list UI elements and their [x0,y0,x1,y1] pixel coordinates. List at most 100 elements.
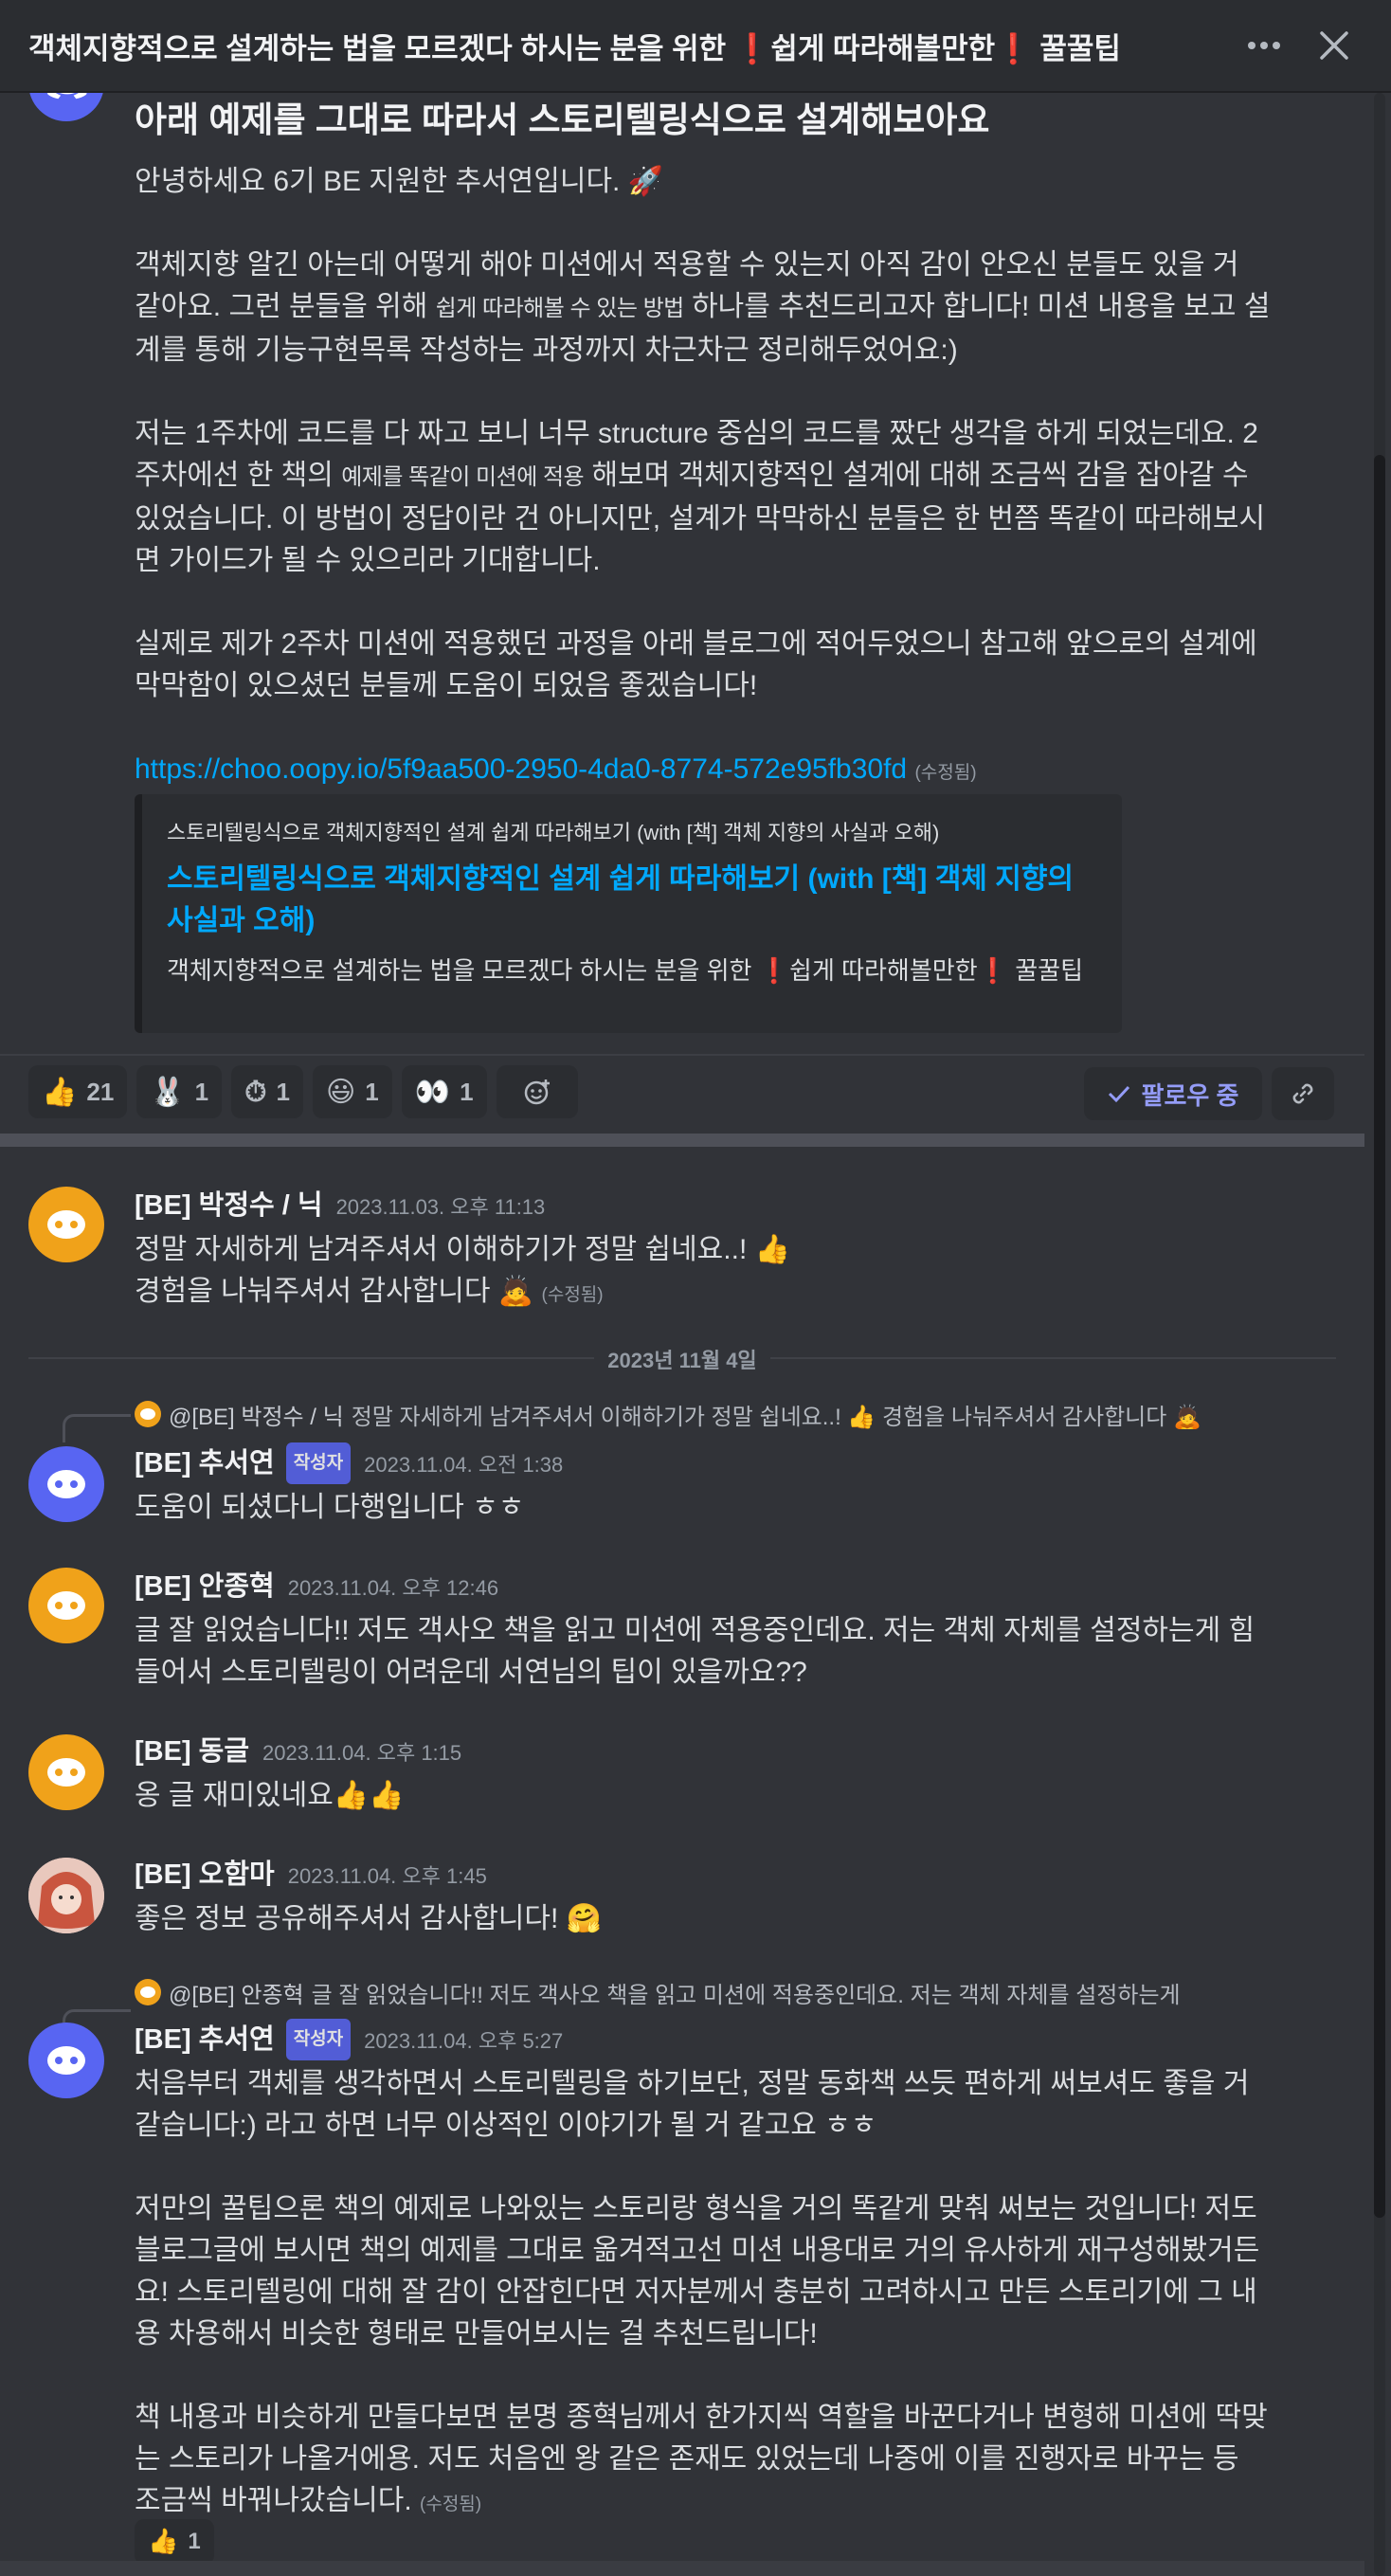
follow-button[interactable]: 팔로우 중 [1084,1067,1262,1120]
message: [BE] 동글 2023.11.04. 오후 1:15 옹 글 재미있네요👍👍 [135,1732,1272,1817]
author-badge: 작성자 [285,2019,352,2060]
checkmark-icon [1108,1085,1129,1103]
reaction-stopwatch[interactable]: ⏱ 1 [231,1065,303,1118]
post-greeting: 안녕하세요 6기 BE 지원한 추서연입니다. 🚀 [135,166,664,197]
title-text-3: 꿀꿀팁 [1031,31,1121,65]
avatar[interactable] [28,2023,104,2098]
embed-description: 객체지향적으로 설계하는 법을 모르겠다 하시는 분을 위한 ❗쉽게 따라해볼만… [167,953,1097,988]
copy-link-button[interactable] [1272,1067,1334,1120]
stopwatch-icon: ⏱ [244,1075,267,1109]
inline-small-text: 예제를 똑같이 미션에 적용 [341,464,585,490]
message: [BE] 박정수 / 닉 2023.11.03. 오후 11:13 정말 자세하게… [135,1187,1272,1316]
embed-provider: 스토리텔링식으로 객체지향적인 설계 쉽게 따라해보기 (with [책] 객체… [167,821,940,844]
reaction-smiley[interactable]: 😃 1 [312,1065,392,1118]
divider [0,1054,1364,1056]
post-paragraph-2: 저는 1주차에 코드를 다 짜고 보니 너무 structure 중심의 코드를… [135,413,1272,582]
author-name[interactable]: [BE] 동글 [135,1736,249,1767]
timestamp: 2023.11.04. 오후 5:27 [364,2029,564,2053]
post-paragraph-3: 실제로 제가 2주차 미션에 적용했던 과정을 아래 블로그에 적어두었으니 참… [135,628,1257,701]
avatar[interactable] [28,1187,104,1262]
blog-link[interactable]: https://choo.oopy.io/5f9aa500-2950-4da0-… [135,753,907,785]
text-segment: 쉽게 따라해볼만한 [789,956,978,985]
timestamp: 2023.11.03. 오후 11:13 [335,1195,546,1219]
message: [BE] 오함마 2023.11.04. 오후 1:45 좋은 정보 공유해주셔서… [135,1856,1272,1940]
message-paragraph: 처음부터 객체를 생각하면서 스토리텔링을 하기보단, 정말 동화책 쓰듯 편하… [135,2068,1250,2141]
reaction-count: 1 [365,1077,379,1106]
exclaim-icon: ❗ [733,31,771,65]
timestamp: 2023.11.04. 오전 1:38 [364,1453,564,1477]
message-text: 좋은 정보 공유해주셔서 감사합니다! 🤗 [135,1903,603,1934]
section-separator [0,1134,1364,1147]
more-horizontal-icon[interactable] [1236,17,1292,74]
reaction-count: 1 [194,1077,209,1106]
message-text: 경험을 나눠주셔서 감사합니다 🙇 [135,1276,534,1307]
author-name[interactable]: [BE] 추서연 [135,1448,275,1478]
post-content: 아래 예제를 그대로 따라서 스토리텔링식으로 설계해보아요 안녕하세요 6기 … [135,93,1272,794]
reaction-count: 1 [276,1077,290,1106]
add-reaction-icon [524,1079,550,1105]
author-name[interactable]: [BE] 안종혁 [135,1571,275,1602]
thread-title: 객체지향적으로 설계하는 법을 모르겠다 하시는 분을 위한 ❗쉽게 따라해볼만… [28,25,1222,67]
thread-header: 객체지향적으로 설계하는 법을 모르겠다 하시는 분을 위한 ❗쉽게 따라해볼만… [0,0,1391,93]
avatar[interactable] [28,1734,104,1810]
eyes-icon: 👀 [414,1075,451,1109]
message: [BE] 안종혁 2023.11.04. 오후 12:46 글 잘 읽었습니다!!… [135,1568,1272,1694]
follow-label: 팔로우 중 [1141,1080,1239,1110]
reply-text: 글 잘 읽었습니다!! 저도 객사오 책을 읽고 미션에 적용중인데요. 저는 … [311,1982,1181,2008]
avatar[interactable] [28,1858,104,1933]
edited-label: (수정됨) [420,2494,482,2514]
post-link-line: https://choo.oopy.io/5f9aa500-2950-4da0-… [135,749,1272,794]
avatar[interactable] [28,1446,104,1522]
message-text: 정말 자세하게 남겨주셔서 이해하기가 정말 쉽네요..! 👍 [135,1234,790,1265]
edited-label: (수정됨) [914,763,977,783]
message-paragraph: 저만의 꿀팁으론 책의 예제로 나와있는 스토리랑 형식을 거의 똑같게 맞춰 … [135,2193,1260,2349]
reply-preview[interactable]: @[BE] 안종혁 글 잘 읽었습니다!! 저도 객사오 책을 읽고 미션에 적… [135,1975,1272,2009]
message: [BE] 추서연 작성자 2023.11.04. 오후 5:27 처음부터 객체를 … [135,2019,1272,2526]
message: [BE] 추서연 작성자 2023.11.04. 오전 1:38 도움이 되셨다니 … [135,1442,1272,1529]
reaction-eyes[interactable]: 👀 1 [401,1065,487,1118]
message-text: 책 내용과 비슷하게 만들다보면 분명 종혁님께서 한가지씩 역할을 바꾼다거나… [135,2402,1268,2516]
scrollbar-thumb[interactable] [1374,455,1385,2218]
message-paragraph: 책 내용과 비슷하게 만들다보면 분명 종혁님께서 한가지씩 역할을 바꾼다거나… [135,2397,1272,2526]
title-text-2: 쉽게 따라해볼만한 [770,31,996,65]
title-text-1: 객체지향적으로 설계하는 법을 모르겠다 하시는 분을 위한 [28,31,734,65]
add-reaction-button[interactable] [496,1065,578,1118]
inline-small-text: 쉽게 따라해볼 수 있는 방법 [435,296,685,321]
reply-preview[interactable]: @[BE] 박정수 / 닉 정말 자세하게 남겨주셔서 이해하기가 정말 쉽네요… [135,1397,1272,1431]
message-text: 도움이 되셨다니 다행입니다 ㅎㅎ [135,1492,525,1523]
close-icon[interactable] [1306,17,1363,74]
avatar [135,1401,161,1427]
date-separator: 2023년 11월 4일 [28,1344,1336,1372]
reply-author[interactable]: @[BE] 안종혁 [169,1976,304,2009]
link-icon [1292,1083,1313,1104]
avatar[interactable] [28,1568,104,1643]
author-badge: 작성자 [285,1442,352,1484]
reply-text: 정말 자세하게 남겨주셔서 이해하기가 정말 쉽네요..! 👍 경험을 나눠주셔… [351,1404,1201,1430]
timestamp: 2023.11.04. 오후 1:45 [287,1864,487,1888]
post-heading: 아래 예제를 그대로 따라서 스토리텔링식으로 설계해보아요 [135,100,990,139]
reaction-bar: 👍 21 🐰 1 ⏱ 1 😃 1 👀 1 [28,1065,578,1120]
reaction-count: 21 [86,1077,115,1106]
edited-label: (수정됨) [541,1285,604,1305]
timestamp: 2023.11.04. 오후 12:46 [287,1576,499,1600]
reaction-thumbs-up[interactable]: 👍 1 [135,2519,214,2565]
reaction-thumbs-up[interactable]: 👍 21 [28,1065,128,1118]
text-segment: 꿀꿀팁 [1008,956,1083,985]
thumbs-up-icon: 👍 [42,1075,78,1109]
smiley-icon: 😃 [325,1075,356,1109]
reaction-count: 1 [188,2529,201,2554]
embed-title[interactable]: 스토리텔링식으로 객체지향적인 설계 쉽게 따라해보기 (with [책] 객체… [167,859,1097,942]
author-name[interactable]: [BE] 추서연 [135,2024,275,2055]
date-label: 2023년 11월 4일 [594,1349,770,1372]
exclaim-icon: ❗ [977,956,1008,985]
timestamp: 2023.11.04. 오후 1:15 [262,1741,462,1765]
message-text-line: 경험을 나눠주셔서 감사합니다 🙇 (수정됨) [135,1271,1272,1316]
author-name[interactable]: [BE] 오함마 [135,1859,275,1890]
thumbs-up-icon: 👍 [148,2528,179,2556]
reaction-rabbit[interactable]: 🐰 1 [136,1065,223,1118]
reply-author[interactable]: @[BE] 박정수 / 닉 [169,1398,344,1431]
author-name[interactable]: [BE] 박정수 / 닉 [135,1190,323,1221]
reaction-count: 1 [460,1077,474,1106]
exclaim-icon: ❗ [995,31,1032,65]
avatar [135,1979,161,2005]
